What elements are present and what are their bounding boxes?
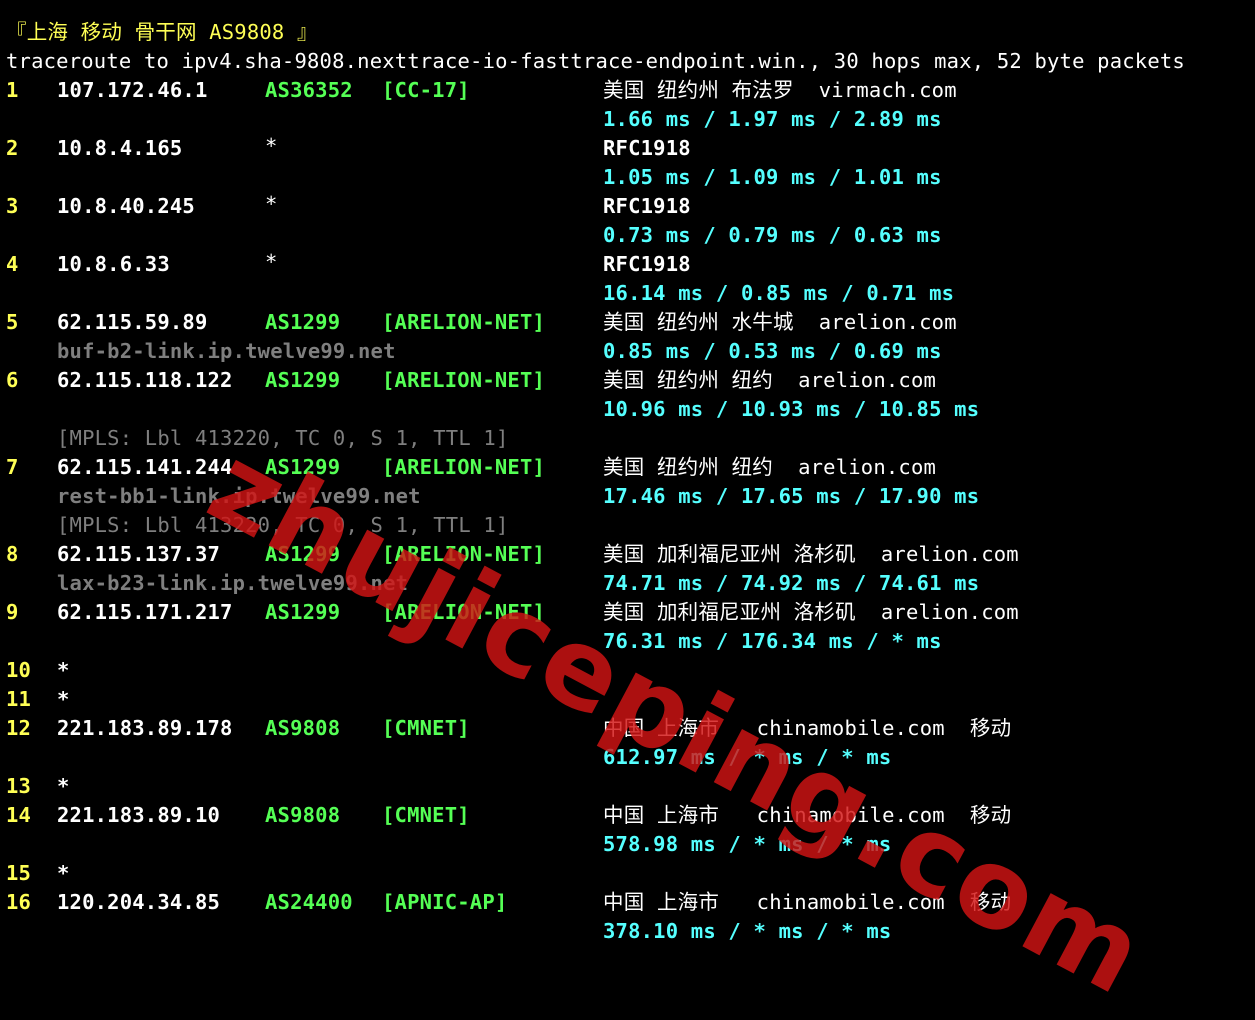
hop-number: 6 [6, 368, 19, 392]
hop-hostname: rest-bb1-link.ip.twelve99.net [57, 484, 421, 508]
hop-number: 13 [6, 774, 32, 798]
hop-ip: 10.8.4.165 [57, 136, 183, 160]
terminal-window: 『上海 移动 骨干网 AS9808 』 traceroute to ipv4.s… [0, 0, 1255, 1020]
hop-geo: 美国 纽约州 布法罗 virmach.com [603, 78, 957, 102]
hop-number: 4 [6, 252, 19, 276]
hop-number: 5 [6, 310, 19, 334]
hop-ip: * [57, 658, 70, 682]
hop-geo: 美国 加利福尼亚州 洛杉矶 arelion.com [603, 600, 1019, 624]
hop-rtt: 1.05 ms / 1.09 ms / 1.01 ms [603, 165, 942, 189]
hop-asn: AS1299 [265, 600, 341, 624]
hop-rtt: 0.85 ms / 0.53 ms / 0.69 ms [603, 339, 942, 363]
hop-number: 16 [6, 890, 32, 914]
hop-rtt: 378.10 ms / * ms / * ms [603, 919, 892, 943]
hop-asn: * [265, 192, 278, 216]
hop-asn: AS1299 [265, 310, 341, 334]
hop-asn: AS24400 [265, 890, 353, 914]
hop-network-tag: [ARELION-NET] [382, 368, 546, 392]
hop-network-tag: [ARELION-NET] [382, 310, 546, 334]
hop-ip: * [57, 774, 70, 798]
hop-hostname: lax-b23-link.ip.twelve99.net [57, 571, 409, 595]
hop-ip: 62.115.141.244 [57, 455, 233, 479]
hop-network-tag: [ARELION-NET] [382, 600, 546, 624]
hop-ip: 10.8.40.245 [57, 194, 195, 218]
hop-number: 1 [6, 78, 19, 102]
hop-network-tag: [ARELION-NET] [382, 542, 546, 566]
hop-number: 9 [6, 600, 19, 624]
hop-ip: 10.8.6.33 [57, 252, 170, 276]
hop-rtt: 578.98 ms / * ms / * ms [603, 832, 892, 856]
hop-rtt: 16.14 ms / 0.85 ms / 0.71 ms [603, 281, 955, 305]
hop-geo: RFC1918 [603, 252, 691, 276]
hop-geo: 中国 上海市 chinamobile.com 移动 [603, 890, 1012, 914]
hop-ip: 62.115.171.217 [57, 600, 233, 624]
page-title: 『上海 移动 骨干网 AS9808 』 [6, 20, 318, 44]
hop-network-tag: [CC-17] [382, 78, 470, 102]
hop-asn: AS36352 [265, 78, 353, 102]
hop-geo: RFC1918 [603, 136, 691, 160]
hop-rtt: 74.71 ms / 74.92 ms / 74.61 ms [603, 571, 980, 595]
hop-asn: AS1299 [265, 368, 341, 392]
hop-ip: 221.183.89.10 [57, 803, 221, 827]
hop-mpls: [MPLS: Lbl 413220, TC 0, S 1, TTL 1] [57, 426, 509, 450]
hop-ip: 62.115.118.122 [57, 368, 233, 392]
hop-ip: 221.183.89.178 [57, 716, 233, 740]
hop-asn: * [265, 250, 278, 274]
hop-number: 14 [6, 803, 32, 827]
hop-ip: 107.172.46.1 [57, 78, 208, 102]
hop-asn: AS9808 [265, 803, 341, 827]
hop-number: 7 [6, 455, 19, 479]
hop-network-tag: [CMNET] [382, 803, 470, 827]
traceroute-command: traceroute to ipv4.sha-9808.nexttrace-io… [6, 49, 1185, 73]
hop-asn: AS9808 [265, 716, 341, 740]
hop-asn: AS1299 [265, 542, 341, 566]
hop-network-tag: [ARELION-NET] [382, 455, 546, 479]
hop-number: 8 [6, 542, 19, 566]
hop-hostname: buf-b2-link.ip.twelve99.net [57, 339, 396, 363]
hop-number: 12 [6, 716, 32, 740]
hop-geo: 美国 纽约州 纽约 arelion.com [603, 368, 937, 392]
hop-geo: 美国 纽约州 水牛城 arelion.com [603, 310, 957, 334]
hop-rtt: 1.66 ms / 1.97 ms / 2.89 ms [603, 107, 942, 131]
hop-number: 10 [6, 658, 32, 682]
hop-geo: 中国 上海市 chinamobile.com 移动 [603, 803, 1012, 827]
hop-number: 15 [6, 861, 32, 885]
hop-network-tag: [CMNET] [382, 716, 470, 740]
hop-rtt: 0.73 ms / 0.79 ms / 0.63 ms [603, 223, 942, 247]
hop-ip: * [57, 687, 70, 711]
hop-rtt: 76.31 ms / 176.34 ms / * ms [603, 629, 942, 653]
hop-asn: AS1299 [265, 455, 341, 479]
hop-asn: * [265, 134, 278, 158]
hop-geo: 美国 加利福尼亚州 洛杉矶 arelion.com [603, 542, 1019, 566]
hop-number: 11 [6, 687, 32, 711]
hop-geo: 中国 上海市 chinamobile.com 移动 [603, 716, 1012, 740]
hop-rtt: 612.97 ms / * ms / * ms [603, 745, 892, 769]
hop-geo: RFC1918 [603, 194, 691, 218]
hop-rtt: 10.96 ms / 10.93 ms / 10.85 ms [603, 397, 980, 421]
hop-number: 3 [6, 194, 19, 218]
hop-rtt: 17.46 ms / 17.65 ms / 17.90 ms [603, 484, 980, 508]
hop-network-tag: [APNIC-AP] [382, 890, 508, 914]
hop-ip: 62.115.59.89 [57, 310, 208, 334]
hop-geo: 美国 纽约州 纽约 arelion.com [603, 455, 937, 479]
hop-number: 2 [6, 136, 19, 160]
hop-mpls: [MPLS: Lbl 413220, TC 0, S 1, TTL 1] [57, 513, 509, 537]
hop-ip: 62.115.137.37 [57, 542, 221, 566]
hop-ip: 120.204.34.85 [57, 890, 221, 914]
hop-ip: * [57, 861, 70, 885]
